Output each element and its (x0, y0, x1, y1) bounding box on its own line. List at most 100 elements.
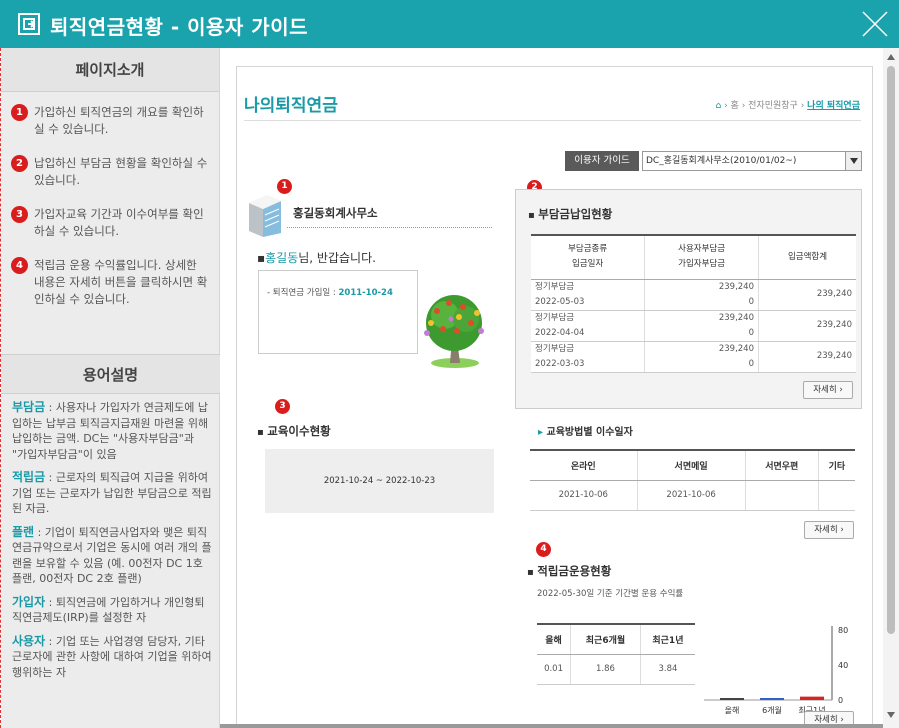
scroll-down-icon[interactable] (887, 712, 895, 718)
user-name: 홍길동 (265, 251, 299, 265)
chart-x-tick-label: 올해 (725, 705, 740, 715)
payment-total: 239,240 (758, 310, 856, 342)
title-bar: 퇴직연금현황 - 이용자 가이드 (0, 0, 899, 48)
table-cell: 0.01 (537, 654, 571, 685)
term-item: 가입자 : 퇴직연금에 가입하거나 개인형퇴직연금제도(IRP)를 설정한 자 (12, 595, 212, 626)
breadcrumb-home[interactable]: 홈 (731, 101, 739, 111)
intro-text: 납입하신 부담금 현황을 확인하실 수 있습니다. (34, 156, 208, 187)
table-cell (744, 480, 819, 511)
term-name: 사용자 (12, 633, 46, 648)
term-desc: : 기업이 퇴직연금사업자와 맺은 퇴직연금규약으로서 기업은 동시에 여러 개… (12, 525, 212, 586)
payment-type-date: 정기부담금 2022-03-03 (531, 341, 645, 373)
table-header: 기타 (817, 450, 855, 481)
chart-x-tick-label: 6개월 (762, 705, 782, 715)
intro-heading: 페이지소개 (1, 48, 219, 92)
fund-subtitle: 2022-05-30일 기준 기간별 운용 수익률 (537, 589, 684, 599)
payment-panel: 부담금납입현황 부담금종류입금일자 사용자부담금가입자부담금 입금액합계 정기부… (515, 189, 862, 409)
term-name: 가입자 (12, 594, 46, 609)
plan-select[interactable]: DC_홍길동회계사무소(2010/01/02~) (642, 151, 862, 171)
term-item: 부담금 : 사용자나 가입자가 연금제도에 납입하는 납부금 퇴직금지급재원 마… (12, 400, 212, 462)
term-item: 사용자 : 기업 또는 사업경영 담당자, 기타 근로자에 관한 사항에 대하여… (12, 634, 212, 681)
payment-amounts: 239,240 0 (644, 341, 759, 373)
payment-more-button[interactable]: 자세히 › (803, 381, 853, 399)
fund-table: 올해 최근6개월 최근1년 0.01 1.86 3.84 (537, 623, 695, 685)
table-cell: 3.84 (639, 654, 695, 685)
title-divider (244, 120, 861, 121)
chart-bar (760, 698, 784, 700)
chart-bar (800, 696, 824, 700)
intro-list: 1 가입하신 퇴직연금의 개요를 확인하실 수 있습니다. 2 납입하신 부담금… (1, 92, 219, 308)
intro-item: 1 가입하신 퇴직연금의 개요를 확인하실 수 있습니다. (11, 104, 209, 138)
payment-amounts: 239,240 0 (644, 279, 759, 311)
intro-text: 적립금 운용 수익률입니다. 상세한 내용은 자세히 버튼을 클릭하시면 확인하… (34, 258, 208, 306)
payment-total: 239,240 (758, 279, 856, 311)
badge-3: 3 (275, 399, 290, 414)
badge-icon: 4 (11, 257, 28, 274)
greeting-text: 님, 반갑습니다. (298, 251, 376, 265)
building-icon (249, 195, 281, 237)
table-row: 정기부담금 2022-04-04 239,240 0 239,240 (531, 310, 856, 342)
join-label: - 퇴직연금 가입일 : (267, 288, 336, 298)
dotted-divider (287, 227, 492, 228)
chevron-down-icon (845, 152, 861, 170)
window-title: 퇴직연금현황 - 이용자 가이드 (50, 15, 308, 39)
join-info: - 퇴직연금 가입일 : 2011-10-24 (267, 286, 393, 298)
badge-icon: 3 (11, 206, 28, 223)
company-name: 홍길동회계사무소 (293, 206, 378, 220)
table-header: 사용자부담금 가입자부담금 (644, 235, 759, 280)
table-row: 정기부담금 2022-05-03 239,240 0 239,240 (531, 279, 856, 311)
payment-heading: 부담금납입현황 (528, 206, 612, 222)
table-row: 정기부담금 2022-03-03 239,240 0 239,240 (531, 341, 856, 373)
table-row: 2021-10-06 2021-10-06 (530, 480, 855, 511)
breadcrumb-current: 나의 퇴직연금 (807, 101, 860, 111)
user-guide-button[interactable]: 이용자 가이드 (565, 151, 639, 171)
payment-total: 239,240 (758, 341, 856, 373)
table-cell: 1.86 (570, 654, 641, 685)
payment-table: 부담금종류 입금일자 사용자부담금 가입자부담금 입금액합계 정기부담금 2022-0… (531, 234, 856, 373)
breadcrumb-section[interactable]: 전자민원창구 (748, 101, 798, 111)
term-name: 부담금 (12, 400, 46, 414)
term-name: 플랜 (12, 524, 35, 539)
term-name: 적립금 (12, 470, 46, 484)
table-header: 서면메일 (636, 450, 746, 481)
badge-icon: 2 (11, 155, 28, 172)
badge-icon: 1 (11, 104, 28, 121)
home-icon[interactable]: ⌂ (716, 101, 722, 111)
badge-4: 4 (536, 542, 551, 557)
term-item: 적립금 : 근로자의 퇴직급여 지급을 위하여 기업 또는 근로자가 납입한 부… (12, 470, 212, 517)
payment-type-date: 정기부담금 2022-04-04 (531, 310, 645, 342)
chart-y-tick-label: 80 (838, 626, 848, 635)
table-header: 온라인 (530, 450, 638, 481)
money-tree-icon (424, 295, 484, 368)
page-title: 나의퇴직연금 (244, 96, 338, 116)
scroll-thumb[interactable] (887, 66, 895, 634)
intro-text: 가입자교육 기간과 이수여부를 확인하실 수 있습니다. (34, 207, 204, 238)
payment-amounts: 239,240 0 (644, 310, 759, 342)
payment-type-date: 정기부담금 2022-05-03 (531, 279, 645, 311)
table-cell (817, 480, 855, 511)
education-heading: 교육이수현황 (257, 423, 330, 439)
greeting: ▪홍길동님, 반갑습니다. (257, 251, 376, 265)
guide-sidebar: 페이지소개 1 가입하신 퇴직연금의 개요를 확인하실 수 있습니다. 2 납입… (1, 48, 220, 728)
fund-heading: 적립금운용현황 (527, 563, 611, 579)
table-header: 서면우편 (744, 450, 819, 481)
join-info-box: - 퇴직연금 가입일 : 2011-10-24 (258, 270, 418, 354)
education-more-button[interactable]: 자세히 › (804, 521, 854, 539)
table-cell: 2021-10-06 (636, 480, 746, 511)
table-header: 부담금종류 입금일자 (531, 235, 645, 280)
scroll-up-icon[interactable] (887, 54, 895, 60)
plan-select-value: DC_홍길동회계사무소(2010/01/02~) (646, 156, 797, 166)
intro-item: 4 적립금 운용 수익률입니다. 상세한 내용은 자세히 버튼을 클릭하시면 확… (11, 257, 209, 308)
window-logo-icon (18, 13, 40, 35)
scrollbar[interactable] (883, 48, 899, 728)
table-row: 0.01 1.86 3.84 (537, 654, 695, 685)
chart-y-tick-label: 0 (838, 696, 843, 705)
close-icon[interactable] (861, 10, 889, 38)
intro-item: 2 납입하신 부담금 현황을 확인하실 수 있습니다. (11, 155, 209, 189)
chart-y-tick-label: 40 (838, 661, 848, 670)
breadcrumb: ⌂ › 홈 › 전자민원창구 › 나의 퇴직연금 (715, 101, 861, 111)
intro-item: 3 가입자교육 기간과 이수여부를 확인하실 수 있습니다. (11, 206, 209, 240)
table-cell: 2021-10-06 (530, 480, 638, 511)
horizontal-scrollbar[interactable] (220, 724, 883, 728)
table-header: 입금액합계 (758, 235, 856, 280)
